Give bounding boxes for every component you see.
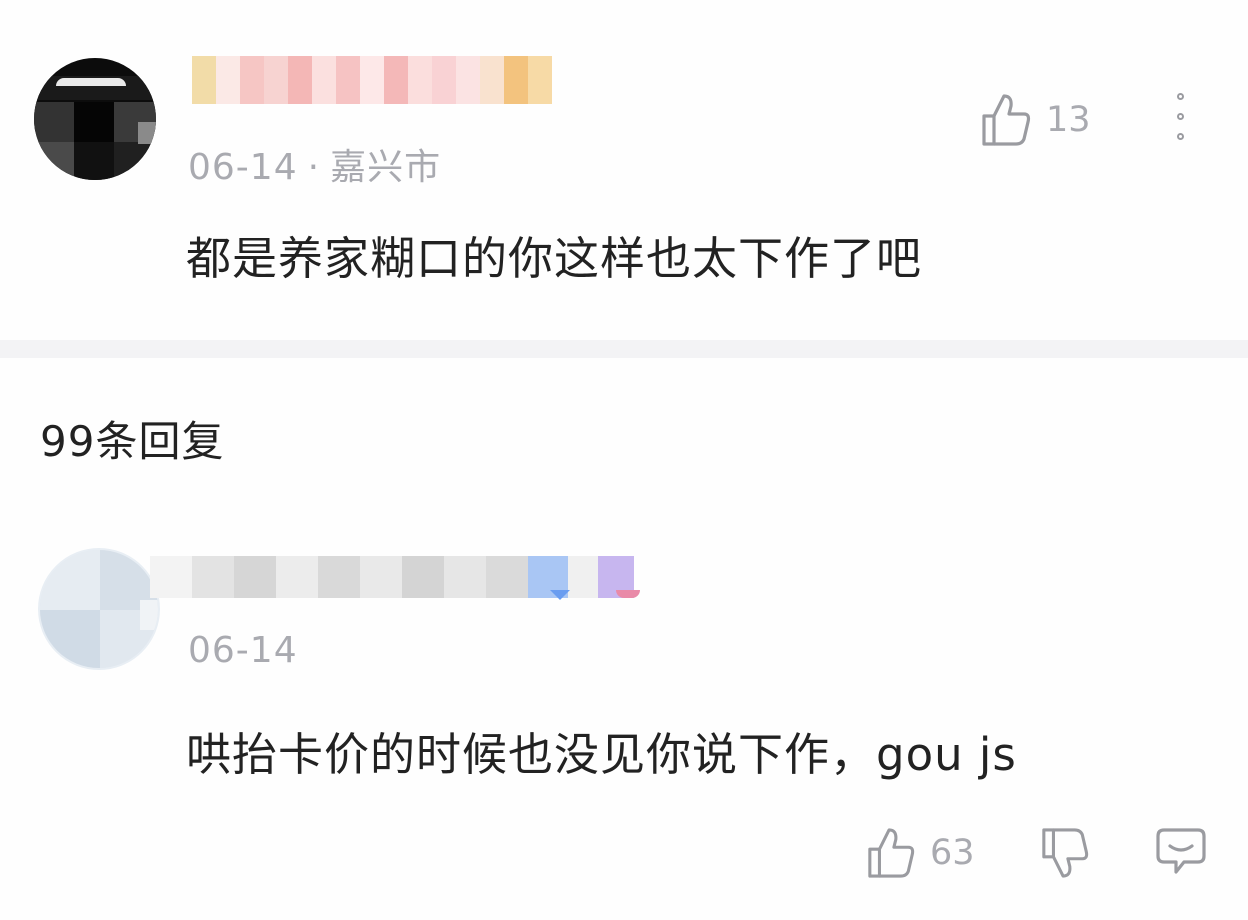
reply-username-blurred[interactable] — [150, 556, 670, 598]
reply-dislike-button[interactable] — [1040, 826, 1090, 884]
avatar-mosaic — [34, 58, 156, 180]
main-comment: 06-14 · 嘉兴市 13 都是养家糊口的你这样也太下作了吧 — [0, 0, 1248, 340]
reply-text: 哄抬卡价的时候也没见你说下作，gou js — [186, 728, 1017, 781]
comment-like-button[interactable]: 13 — [980, 92, 1091, 148]
comment-date: 06-14 — [188, 147, 298, 188]
reply-comment-button[interactable] — [1154, 826, 1208, 880]
comment-location: 嘉兴市 — [330, 147, 442, 188]
reply-like-count: 63 — [930, 833, 975, 873]
thumbs-up-icon — [868, 828, 915, 878]
comment-bubble-icon — [1156, 828, 1206, 874]
comment-text: 都是养家糊口的你这样也太下作了吧 — [186, 232, 923, 285]
comment-like-count: 13 — [1046, 100, 1091, 140]
more-vertical-icon[interactable] — [1172, 93, 1188, 145]
username-blurred[interactable] — [192, 56, 552, 104]
reply-avatar[interactable] — [38, 548, 160, 670]
reply-like-button[interactable]: 63 — [866, 826, 975, 880]
avatar[interactable] — [34, 58, 156, 180]
comment-thread: 06-14 · 嘉兴市 13 都是养家糊口的你这样也太下作了吧 99条回复 06… — [0, 0, 1248, 920]
thumbs-up-icon — [982, 94, 1031, 146]
reply-count-label: 99条回复 — [40, 417, 225, 466]
section-divider — [0, 340, 1248, 358]
comment-meta: 06-14 · 嘉兴市 — [188, 138, 441, 190]
meta-separator: · — [307, 147, 321, 188]
reply-date: 06-14 — [188, 630, 298, 671]
badge-arrow-blue — [550, 590, 570, 600]
thumbs-down-icon — [1042, 828, 1089, 878]
